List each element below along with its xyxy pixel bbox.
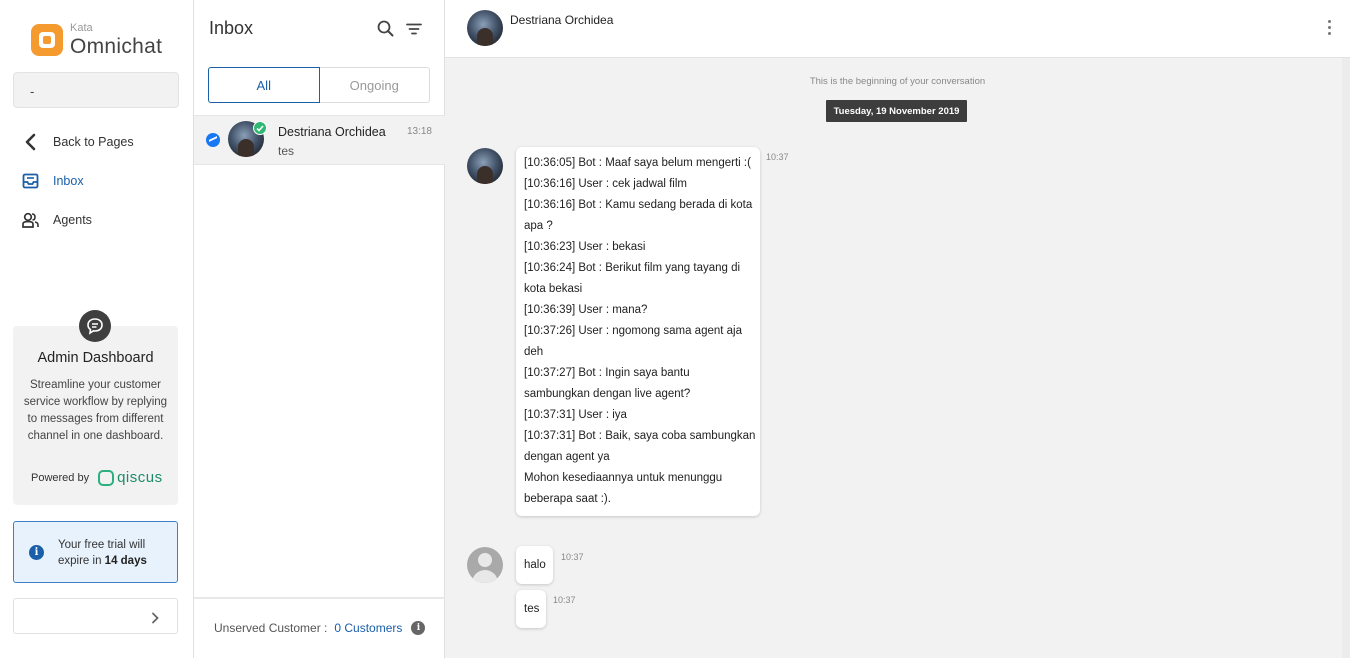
inbox-tabs: All Ongoing	[208, 67, 430, 103]
trial-days: 14 days	[104, 555, 147, 567]
message-line: halo	[524, 559, 546, 571]
message-line: sambungkan dengan live agent?	[524, 388, 691, 400]
kata-logo-icon	[31, 24, 63, 56]
inbox-icon	[20, 171, 40, 191]
qiscus-logo: qiscus	[98, 469, 163, 486]
trial-notice: i Your free trial will expire in 14 days	[13, 521, 178, 583]
conversation-item[interactable]: Destriana Orchidea 13:18 tes	[194, 115, 445, 165]
conversation-beginning-text: This is the beginning of your conversati…	[809, 76, 986, 87]
powered-by-label: Powered by	[31, 471, 90, 484]
message-line: [10:36:16] User : cek jadwal film	[524, 178, 687, 190]
chat-scrollbar[interactable]	[1342, 58, 1350, 658]
message-line: apa ?	[524, 220, 553, 232]
message-line: [10:36:39] User : mana?	[524, 304, 648, 316]
inbox-title: Inbox	[209, 18, 254, 38]
message-line: [10:36:23] User : bekasi	[524, 241, 646, 253]
message-line: Mohon kesediaannya untuk menunggu	[524, 472, 723, 484]
brand-small-text: Kata	[70, 22, 93, 34]
message-line: beberapa saat :).	[524, 493, 611, 505]
admin-dashboard-card: Admin Dashboard Streamline your customer…	[13, 310, 178, 505]
message-bubble: [10:36:05] Bot : Maaf saya belum mengert…	[516, 147, 760, 516]
avatar	[467, 148, 503, 184]
qiscus-logo-icon	[98, 469, 115, 486]
nav-label-back: Back to Pages	[53, 135, 134, 149]
tab-all[interactable]: All	[208, 67, 320, 103]
message-line: [10:36:24] Bot : Berikut film yang tayan…	[524, 262, 741, 274]
sidebar-expand-button[interactable]	[13, 598, 178, 634]
message-line: kota bekasi	[524, 283, 583, 295]
agents-icon	[20, 210, 40, 230]
powered-by: Powered by qiscus	[31, 469, 163, 486]
dashboard-description: Streamline your customer service workflo…	[23, 379, 168, 442]
date-separator: Tuesday, 19 November 2019	[826, 100, 967, 122]
inbox-footer: Unserved Customer : 0 Customers i	[194, 597, 445, 658]
more-options-icon[interactable]	[1328, 20, 1332, 38]
app-root: Kata Omnichat - Back to Pages Inbox Agen…	[0, 0, 1350, 658]
message-time: 10:37	[553, 595, 576, 605]
dashboard-title: Admin Dashboard	[37, 350, 154, 366]
chat-panel: Destriana Orchidea This is the beginning…	[445, 0, 1350, 658]
check-icon	[253, 121, 267, 135]
tab-ongoing[interactable]: Ongoing	[319, 67, 430, 103]
info-icon[interactable]: i	[411, 621, 426, 635]
message-line: [10:36:05] Bot : Maaf saya belum mengert…	[524, 157, 751, 169]
nav-label-inbox: Inbox	[53, 174, 84, 188]
message-bubble: tes	[516, 590, 546, 628]
message-line: [10:37:27] Bot : Ingin saya bantu	[524, 367, 690, 379]
messenger-icon	[206, 133, 220, 147]
nav-inbox[interactable]: Inbox	[20, 171, 84, 191]
message-line: dengan agent ya	[524, 451, 610, 463]
chat-contact-name: Destriana Orchidea	[510, 13, 614, 27]
message-line: [10:36:16] Bot : Kamu sedang berada di k…	[524, 199, 753, 211]
qiscus-wordmark: qiscus	[117, 469, 163, 486]
unserved-count-link[interactable]: 0 Customers	[334, 621, 402, 635]
message-bubble: halo	[516, 546, 553, 584]
info-icon: i	[29, 545, 44, 560]
unserved-label: Unserved Customer :	[214, 621, 328, 635]
nav-label-agents: Agents	[53, 213, 92, 227]
message-line: deh	[524, 346, 544, 358]
conversation-name: Destriana Orchidea	[278, 125, 386, 139]
message-line: tes	[524, 603, 540, 615]
message-line: [10:37:31] Bot : Baik, saya coba sambung…	[524, 430, 756, 442]
page-selector[interactable]: -	[13, 72, 179, 108]
brand-logo: Kata Omnichat	[31, 22, 162, 57]
nav-back-to-pages[interactable]: Back to Pages	[20, 132, 134, 152]
avatar	[467, 547, 503, 583]
chat-bubble-icon	[79, 310, 111, 342]
chevron-right-icon	[151, 611, 159, 629]
filter-icon[interactable]	[406, 22, 422, 40]
conversation-time: 13:18	[406, 126, 432, 137]
message-time: 10:37	[766, 152, 789, 162]
avatar	[467, 10, 503, 46]
message-line: [10:37:26] User : ngomong sama agent aja	[524, 325, 743, 337]
message-line: [10:37:31] User : iya	[524, 409, 627, 421]
conversation-preview: tes	[278, 144, 295, 158]
message-time: 10:37	[561, 552, 584, 562]
brand-name: Omnichat	[70, 35, 163, 58]
back-arrow-icon	[20, 132, 40, 152]
nav-agents[interactable]: Agents	[20, 210, 92, 230]
chat-header: Destriana Orchidea	[445, 0, 1350, 58]
search-icon[interactable]	[377, 20, 394, 42]
inbox-panel: Inbox All Ongoing Destriana Orchidea 13:…	[194, 0, 445, 658]
sidebar: Kata Omnichat - Back to Pages Inbox Agen…	[0, 0, 194, 658]
